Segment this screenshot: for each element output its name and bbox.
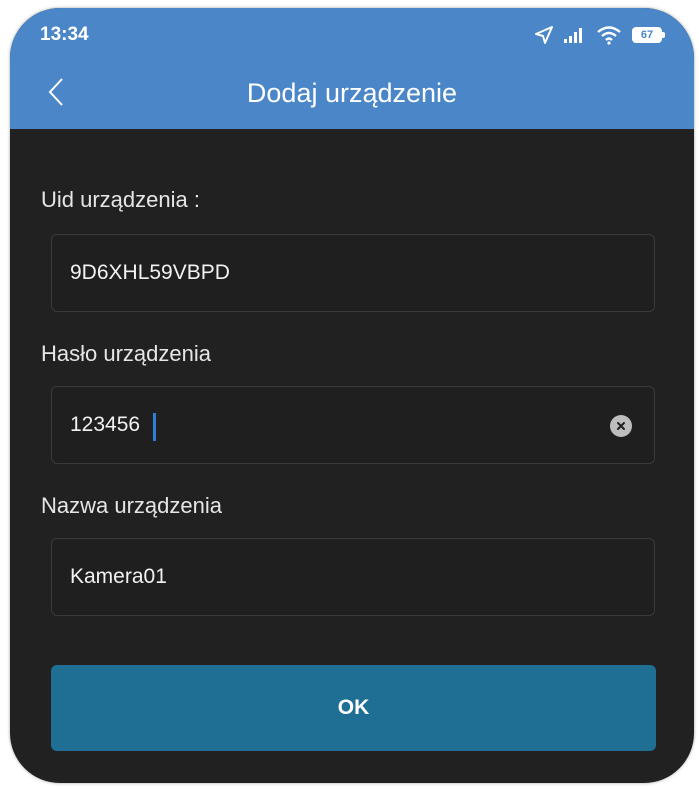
password-label: Hasło urządzenia: [41, 341, 211, 366]
text-cursor: [153, 413, 156, 441]
wifi-icon: [597, 26, 621, 45]
uid-label: Uid urządzenia :: [41, 187, 200, 212]
clear-circle-icon: [617, 422, 625, 430]
signal-icon: [564, 28, 582, 43]
name-field[interactable]: [51, 538, 655, 616]
password-field[interactable]: [51, 386, 655, 464]
name-label: Nazwa urządzenia: [41, 493, 222, 518]
uid-input[interactable]: [70, 235, 590, 311]
status-icons: 67: [534, 22, 665, 48]
status-time: 13:34: [40, 24, 89, 45]
page-title: Dodaj urządzenie: [246, 78, 458, 108]
password-input[interactable]: [70, 387, 590, 463]
location-arrow-icon: [535, 26, 553, 44]
phone-screen: 13:34 67 Dodaj urządzenie Uid urządzenia…: [10, 8, 694, 783]
ok-button[interactable]: OK: [51, 665, 656, 751]
name-input[interactable]: [70, 539, 590, 615]
battery-indicator: 67: [632, 27, 665, 43]
app-header: 13:34 67 Dodaj urządzenie: [10, 8, 694, 129]
uid-field[interactable]: [51, 234, 655, 312]
clear-button[interactable]: [610, 415, 632, 437]
